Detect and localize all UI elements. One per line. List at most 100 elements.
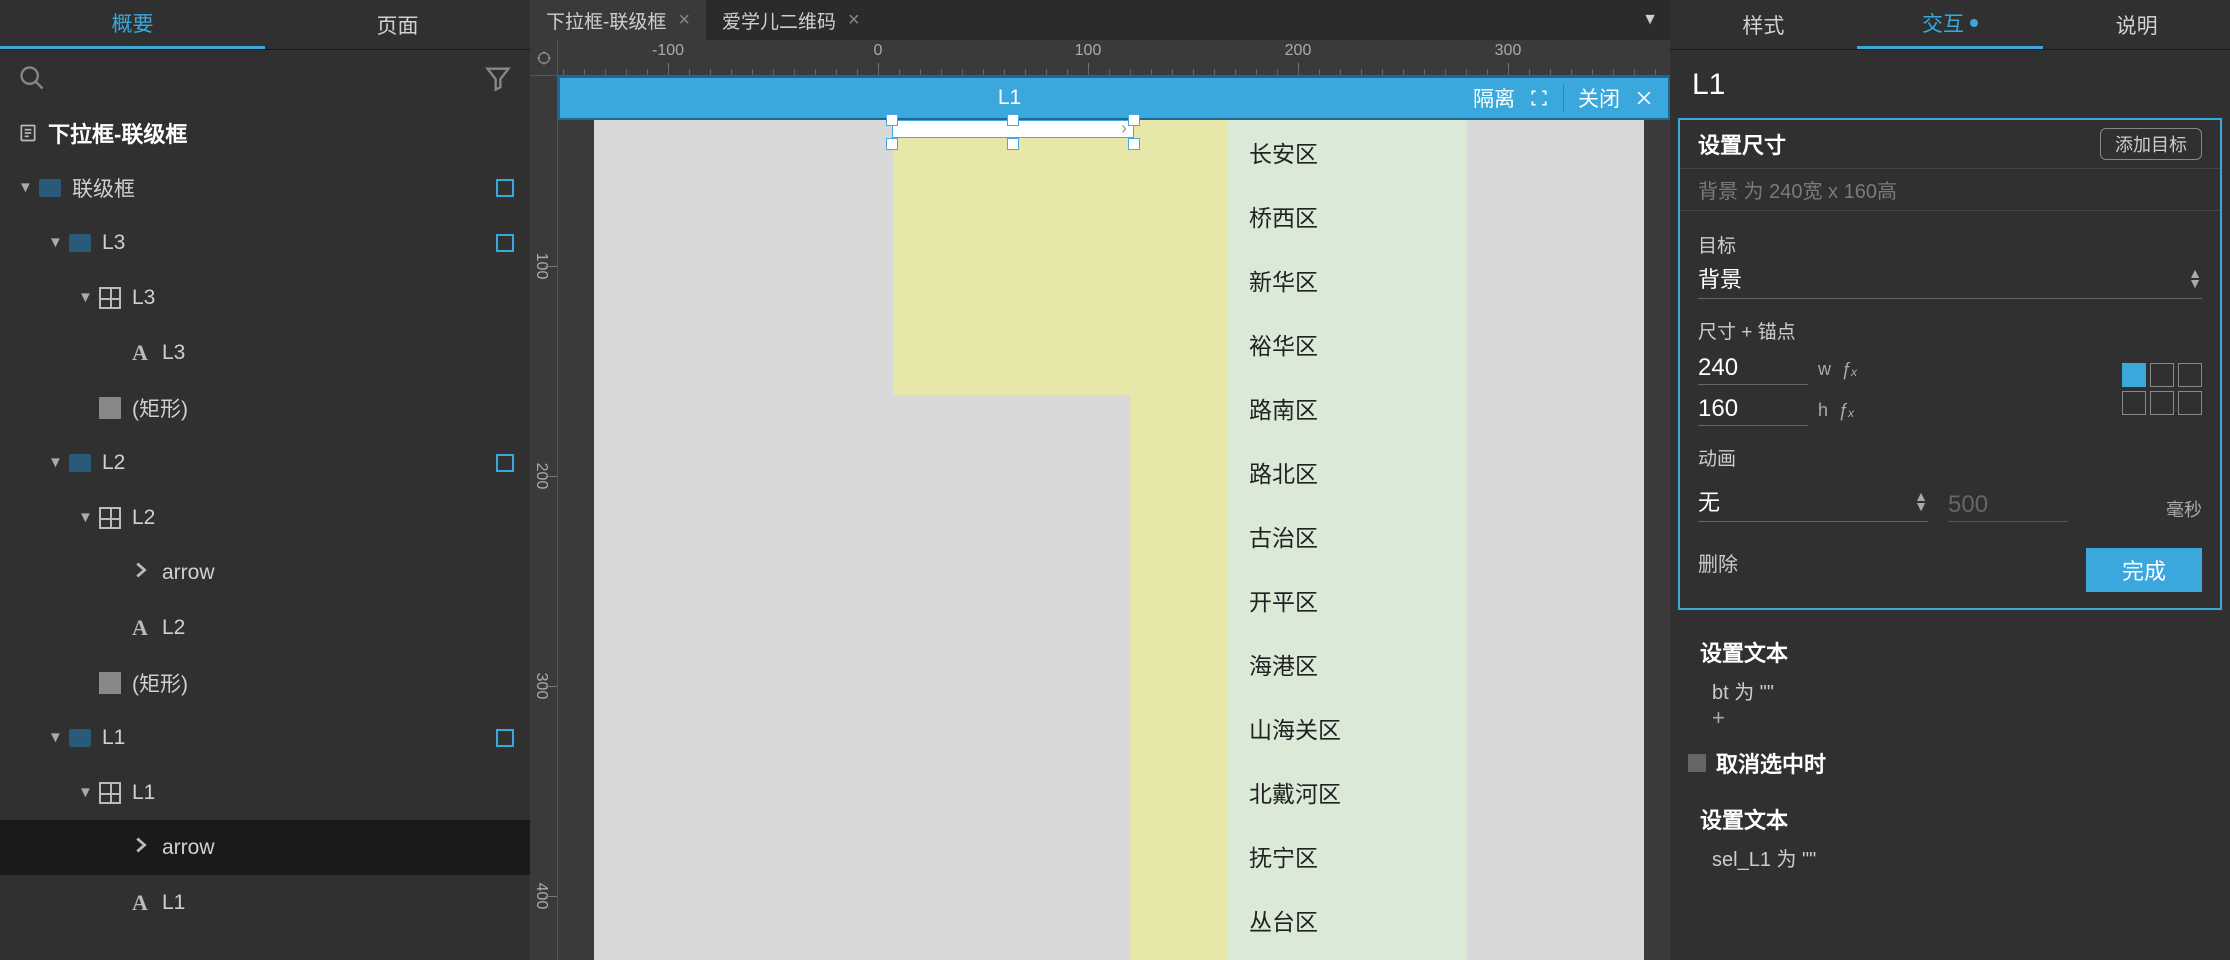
tree-item-l2[interactable]: A L2: [0, 600, 530, 655]
text-icon: A: [126, 339, 154, 367]
ms-label: 毫秒: [2166, 496, 2202, 522]
master-indicator[interactable]: [496, 234, 514, 252]
folder-icon: [66, 229, 94, 257]
tree-item-矩形[interactable]: (矩形): [0, 380, 530, 435]
done-button[interactable]: 完成: [2086, 548, 2202, 592]
close-tab-icon[interactable]: ×: [848, 9, 860, 32]
master-indicator[interactable]: [496, 454, 514, 472]
tree-item-l3[interactable]: ▼L3: [0, 270, 530, 325]
close-isolation-button[interactable]: 关闭: [1578, 83, 1620, 113]
ruler-origin[interactable]: [530, 40, 558, 75]
tree-item-label: L3: [162, 341, 185, 365]
tree-item-l2[interactable]: ▼L2: [0, 435, 530, 490]
list-item[interactable]: 复兴区: [1227, 952, 1467, 960]
tree-item-label: (矩形): [132, 668, 188, 698]
chevron-updown-icon: ▲▼: [2188, 268, 2202, 288]
tab-interactions[interactable]: 交互: [1857, 0, 2044, 49]
selection-handle[interactable]: [1128, 138, 1140, 150]
canvas[interactable]: L1 隔离 关闭 长安区桥西区新华区裕华区路南区路北区古治区开平区海港区山海关区…: [558, 76, 1670, 960]
selection-handle[interactable]: [886, 138, 898, 150]
list-item[interactable]: 路南区: [1227, 376, 1467, 440]
duration-input[interactable]: [1948, 489, 2068, 522]
target-label: 目标: [1698, 231, 2202, 258]
tree-item-label: 联级框: [72, 173, 135, 203]
text-icon: A: [126, 614, 154, 642]
list-item[interactable]: 抚宁区: [1227, 824, 1467, 888]
list-item[interactable]: 开平区: [1227, 568, 1467, 632]
action-name: 设置尺寸: [1698, 128, 1786, 160]
page-title-row: 下拉框-联级框: [0, 105, 530, 160]
tree-item-联级框[interactable]: ▼联级框: [0, 160, 530, 215]
action-set-text-title[interactable]: 设置文本: [1700, 636, 2200, 668]
tree-item-arrow[interactable]: arrow: [0, 820, 530, 875]
anchor-grid[interactable]: [2122, 363, 2202, 415]
filter-icon[interactable]: [484, 64, 512, 92]
list-item[interactable]: 路北区: [1227, 440, 1467, 504]
target-select[interactable]: 背景 ▲▼: [1698, 258, 2202, 299]
tab-style[interactable]: 样式: [1670, 0, 1857, 49]
action-set-text-2-title[interactable]: 设置文本: [1700, 803, 2200, 835]
doc-tab[interactable]: 爱学儿二维码×: [706, 0, 876, 40]
tree-item-l1[interactable]: ▼L1: [0, 765, 530, 820]
tree-item-l2[interactable]: ▼L2: [0, 490, 530, 545]
inspector-tabs: 样式 交互 说明: [1670, 0, 2230, 50]
width-input[interactable]: [1698, 352, 1808, 385]
tree-item-label: L1: [102, 726, 125, 750]
list-item[interactable]: 丛台区: [1227, 888, 1467, 952]
ruler-vertical: 100200300400: [530, 76, 558, 960]
isolation-title: L1: [560, 86, 1459, 110]
tab-outline[interactable]: 概要: [0, 0, 265, 49]
close-tab-icon[interactable]: ×: [678, 9, 690, 32]
add-target-button[interactable]: 添加目标: [2100, 128, 2202, 160]
chevron-right-icon: ›: [1121, 118, 1127, 139]
isolate-button[interactable]: 隔离: [1473, 83, 1515, 113]
selection-handle[interactable]: [1007, 114, 1019, 126]
tree-item-label: L2: [102, 451, 125, 475]
list-item[interactable]: 新华区: [1227, 248, 1467, 312]
tree-item-label: L1: [132, 781, 155, 805]
folder-icon: [66, 449, 94, 477]
selection-handle[interactable]: [1007, 138, 1019, 150]
outline-search-row: [0, 50, 530, 105]
tree-item-l1[interactable]: ▼L1: [0, 710, 530, 765]
tree-item-arrow[interactable]: arrow: [0, 545, 530, 600]
tree-item-l3[interactable]: ▼L3: [0, 215, 530, 270]
tree-item-label: arrow: [162, 561, 215, 585]
master-indicator[interactable]: [496, 179, 514, 197]
master-indicator[interactable]: [496, 729, 514, 747]
artboard[interactable]: 长安区桥西区新华区裕华区路南区路北区古治区开平区海港区山海关区北戴河区抚宁区丛台…: [594, 120, 1644, 960]
selection-handle[interactable]: [1128, 114, 1140, 126]
event-deselect[interactable]: 取消选中时: [1670, 739, 2230, 787]
list-item[interactable]: 海港区: [1227, 632, 1467, 696]
height-input[interactable]: [1698, 393, 1808, 426]
close-icon[interactable]: [1634, 88, 1654, 108]
isolation-bar: L1 隔离 关闭: [558, 76, 1670, 120]
list-item[interactable]: 长安区: [1227, 120, 1467, 184]
list-item[interactable]: 桥西区: [1227, 184, 1467, 248]
focus-icon[interactable]: [1529, 88, 1549, 108]
fx-width-button[interactable]: ƒₓ: [1841, 359, 1858, 380]
left-tabs: 概要 页面: [0, 0, 530, 50]
list-item[interactable]: 北戴河区: [1227, 760, 1467, 824]
tree-item-矩形[interactable]: (矩形): [0, 655, 530, 710]
tree-item-label: L2: [162, 616, 185, 640]
document-tabs: 下拉框-联级框×爱学儿二维码× ▼: [530, 0, 1670, 40]
tree-item-l1[interactable]: AL1: [0, 875, 530, 930]
search-icon[interactable]: [18, 64, 46, 92]
add-action-button[interactable]: +: [1700, 705, 2200, 731]
ruler-horizontal: -1000100200300: [530, 40, 1670, 76]
list-item[interactable]: 裕华区: [1227, 312, 1467, 376]
tree-item-label: (矩形): [132, 393, 188, 423]
arrow-icon: [126, 559, 154, 587]
tab-pages[interactable]: 页面: [265, 0, 530, 49]
animation-select[interactable]: 无 ▲▼: [1698, 481, 1928, 522]
delete-action-button[interactable]: 删除: [1698, 548, 1738, 592]
tree-item-l3[interactable]: A L3: [0, 325, 530, 380]
tab-notes[interactable]: 说明: [2043, 0, 2230, 49]
list-item[interactable]: 山海关区: [1227, 696, 1467, 760]
selection-handle[interactable]: [886, 114, 898, 126]
list-item[interactable]: 古治区: [1227, 504, 1467, 568]
doc-tab[interactable]: 下拉框-联级框×: [530, 0, 706, 40]
fx-height-button[interactable]: ƒₓ: [1838, 400, 1855, 421]
tabs-menu[interactable]: ▼: [1630, 0, 1670, 40]
